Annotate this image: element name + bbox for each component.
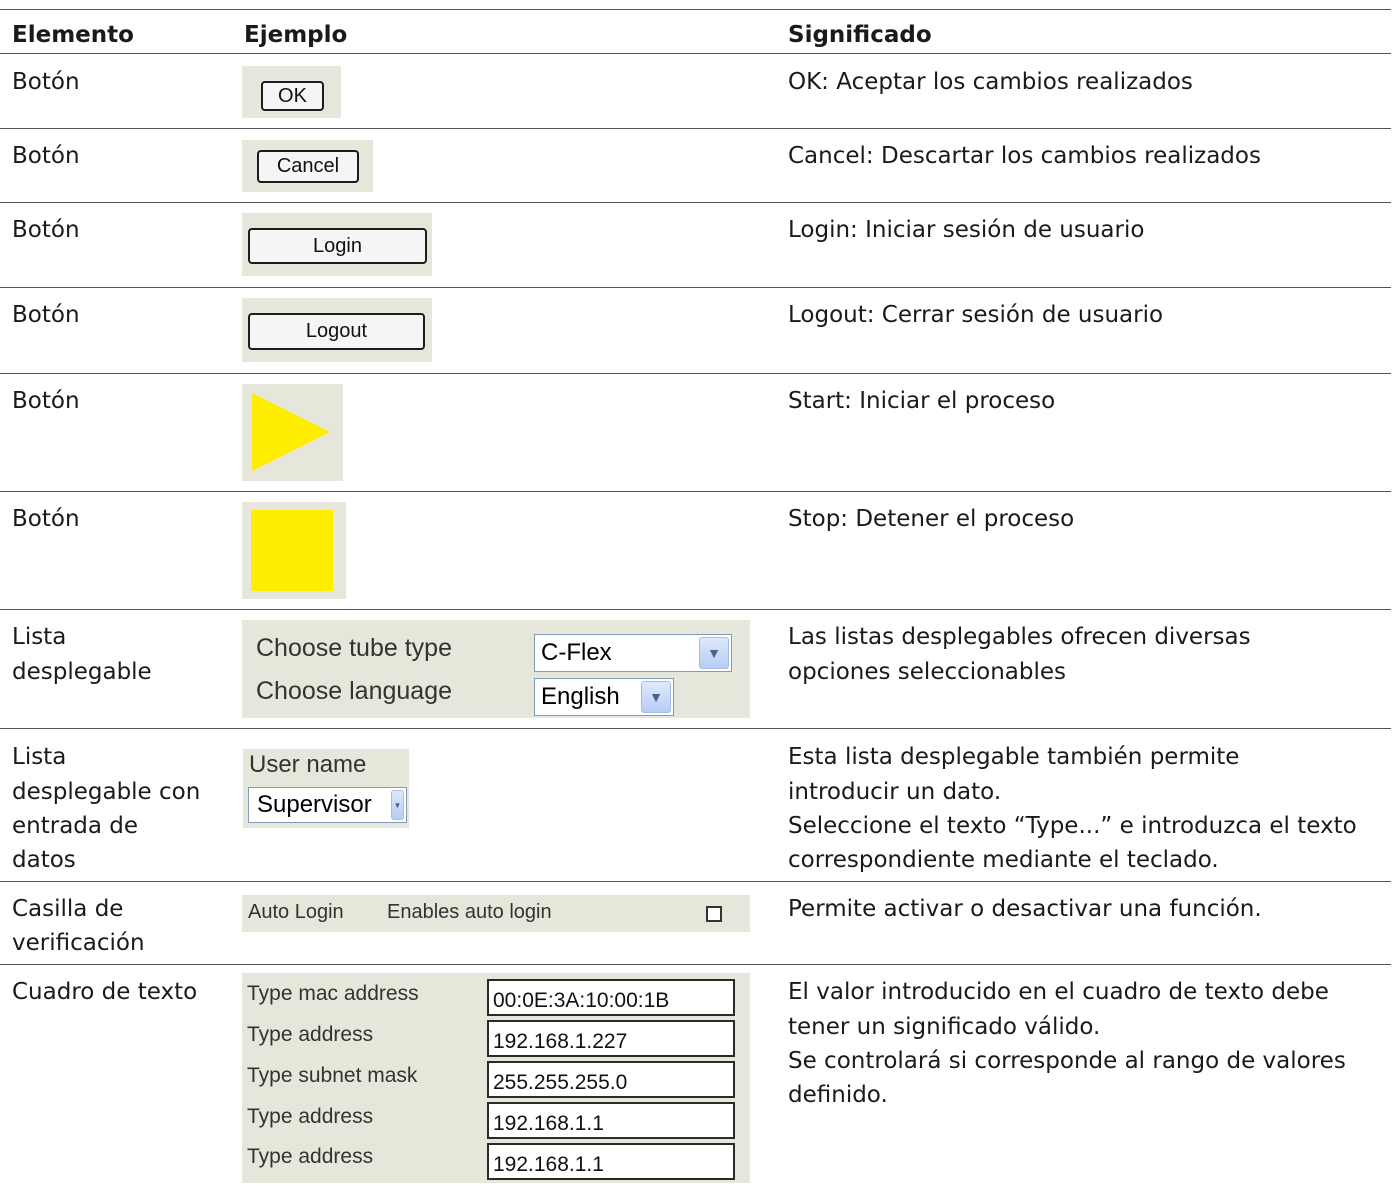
row-divider xyxy=(0,373,1391,374)
meaning-cell: Logout: Cerrar sesión de usuario xyxy=(788,302,1164,328)
example-cancel-panel: Cancel xyxy=(242,140,373,192)
auto-login-checkbox[interactable] xyxy=(706,906,722,922)
example-dropdown-panel: Choose tube type C-Flex ▼ Choose languag… xyxy=(242,620,750,718)
meaning-cell: OK: Aceptar los cambios realizados xyxy=(788,69,1193,95)
element-cell: Botón xyxy=(12,302,80,328)
table-top-rule xyxy=(0,9,1391,10)
element-cell: Botón xyxy=(12,217,80,243)
header-rule xyxy=(0,53,1391,54)
gateway-address-field[interactable]: 192.168.1.1 xyxy=(487,1102,735,1139)
element-cell: Botón xyxy=(12,388,80,414)
mac-address-label: Type mac address xyxy=(247,982,419,1005)
row-divider xyxy=(0,202,1391,203)
element-cell: Botón xyxy=(12,69,80,95)
address-label: Type address xyxy=(247,1023,374,1046)
row-divider xyxy=(0,964,1391,965)
auto-login-label: Auto Login xyxy=(248,901,344,923)
chevron-down-icon[interactable]: ▼ xyxy=(391,790,404,820)
dns-address-field[interactable]: 192.168.1.1 xyxy=(487,1143,735,1180)
address-label: Type address xyxy=(247,1105,374,1128)
meaning-cell: Cancel: Descartar los cambios realizados xyxy=(788,143,1261,169)
meaning-cell: Permite activar o desactivar una función… xyxy=(788,896,1262,922)
example-combobox-panel: User name Supervisor ▼ xyxy=(243,749,409,828)
language-select[interactable]: English ▼ xyxy=(534,678,674,716)
auto-login-description: Enables auto login xyxy=(387,901,552,923)
header-elemento: Elemento xyxy=(12,22,134,48)
meaning-cell: Login: Iniciar sesión de usuario xyxy=(788,217,1145,243)
tube-type-label: Choose tube type xyxy=(256,634,452,662)
meaning-cell: El valor introducido en el cuadro de tex… xyxy=(788,979,1329,1005)
header-significado: Significado xyxy=(788,22,932,48)
stop-square-icon[interactable] xyxy=(251,510,333,591)
example-stop-panel xyxy=(242,502,346,599)
row-divider xyxy=(0,287,1391,288)
row-divider xyxy=(0,609,1391,610)
example-textbox-panel: Type mac address 00:0E:3A:10:00:1B Type … xyxy=(242,973,750,1183)
element-cell: desplegable xyxy=(12,659,152,685)
row-divider xyxy=(0,728,1391,729)
tube-type-select[interactable]: C-Flex ▼ xyxy=(534,634,732,672)
row-divider xyxy=(0,491,1391,492)
row-divider xyxy=(0,128,1391,129)
element-cell: verificación xyxy=(12,930,145,956)
meaning-cell: Start: Iniciar el proceso xyxy=(788,388,1056,414)
header-ejemplo: Ejemplo xyxy=(244,22,348,48)
mac-address-field[interactable]: 00:0E:3A:10:00:1B xyxy=(487,979,735,1016)
element-cell: Lista xyxy=(12,744,67,770)
ok-button[interactable]: OK xyxy=(261,81,324,111)
element-cell: desplegable con xyxy=(12,779,201,805)
language-value: English xyxy=(541,683,620,710)
element-cell: Casilla de xyxy=(12,896,124,922)
user-name-value: Supervisor xyxy=(257,791,372,818)
user-name-label: User name xyxy=(249,751,367,778)
row-divider xyxy=(0,881,1391,882)
element-cell: Botón xyxy=(12,143,80,169)
subnet-mask-field[interactable]: 255.255.255.0 xyxy=(487,1061,735,1098)
element-cell: datos xyxy=(12,847,76,873)
element-cell: Cuadro de texto xyxy=(12,979,198,1005)
example-start-panel xyxy=(242,384,343,481)
meaning-cell: opciones seleccionables xyxy=(788,659,1067,685)
example-ok-panel: OK xyxy=(242,66,341,118)
ip-address-field[interactable]: 192.168.1.227 xyxy=(487,1020,735,1057)
element-cell: Botón xyxy=(12,506,80,532)
example-logout-panel: Logout xyxy=(242,298,432,362)
element-cell: entrada de xyxy=(12,813,139,839)
tube-type-value: C-Flex xyxy=(541,639,612,666)
user-name-combobox[interactable]: Supervisor ▼ xyxy=(248,787,407,823)
chevron-down-icon[interactable]: ▼ xyxy=(699,637,729,669)
meaning-cell: Stop: Detener el proceso xyxy=(788,506,1075,532)
play-triangle-icon[interactable] xyxy=(242,384,343,481)
meaning-cell: Seleccione el texto “Type...” e introduz… xyxy=(788,813,1357,839)
meaning-cell: Esta lista desplegable también permite xyxy=(788,744,1240,770)
element-cell: Lista xyxy=(12,624,67,650)
example-login-panel: Login xyxy=(242,213,432,276)
login-button[interactable]: Login xyxy=(248,228,427,264)
logout-button[interactable]: Logout xyxy=(248,313,425,350)
cancel-button[interactable]: Cancel xyxy=(257,150,359,183)
subnet-mask-label: Type subnet mask xyxy=(247,1064,418,1087)
chevron-down-icon[interactable]: ▼ xyxy=(641,681,671,713)
meaning-cell: introducir un dato. xyxy=(788,779,1002,805)
meaning-cell: correspondiente mediante el teclado. xyxy=(788,847,1219,873)
meaning-cell: Las listas desplegables ofrecen diversas xyxy=(788,624,1251,650)
meaning-cell: definido. xyxy=(788,1082,888,1108)
example-checkbox-panel: Auto Login Enables auto login xyxy=(242,895,750,932)
meaning-cell: Se controlará si corresponde al rango de… xyxy=(788,1048,1346,1074)
meaning-cell: tener un significado válido. xyxy=(788,1014,1101,1040)
language-label: Choose language xyxy=(256,677,452,705)
address-label: Type address xyxy=(247,1145,374,1168)
